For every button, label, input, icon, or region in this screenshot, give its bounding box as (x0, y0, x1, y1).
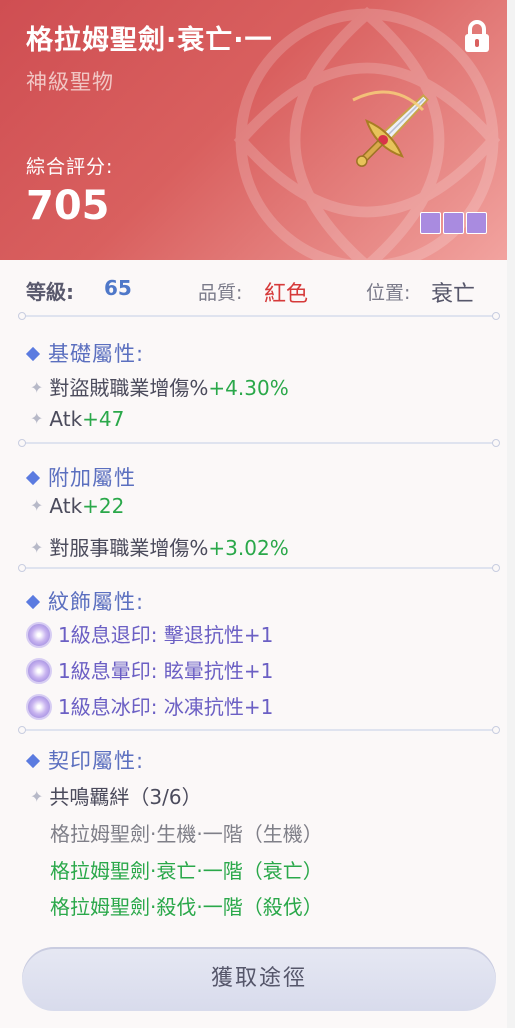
base-attr-title: 基礎屬性: (25, 338, 144, 368)
sword-icon (352, 90, 429, 167)
set-item-active: 格拉姆聖劍·衰亡·一階（衰亡） (50, 859, 323, 883)
divider (18, 726, 500, 734)
position-value: 衰亡 (431, 282, 476, 307)
item-detail-card: 格拉姆聖劍·衰亡·一 神級聖物 綜合評分: 705 等級: 65 品質: 紅色 … (0, 0, 515, 1028)
resonance-line: ✦ 共鳴羈絆（3/6） (30, 785, 202, 809)
slot-icon (466, 212, 487, 234)
rune-icon (26, 693, 52, 720)
sparkle-icon: ✦ (30, 538, 44, 557)
extra-attr-title: 附加屬性 (25, 462, 136, 492)
extra-attr-line: ✦ Atk+22 (30, 494, 125, 518)
sparkle-icon: ✦ (30, 378, 44, 397)
slot-icon (420, 212, 441, 234)
level-value: 65 (104, 276, 132, 300)
divider (18, 312, 500, 320)
seal-attr-title: 契印屬性: (25, 745, 144, 775)
pattern-attr-line: 1級息退印: 擊退抗性+1 (26, 619, 273, 650)
score-value: 705 (26, 183, 110, 229)
slot-icon (443, 212, 464, 234)
quality-value: 紅色 (264, 282, 309, 307)
diamond-icon (25, 346, 41, 362)
level-label: 等級: (26, 280, 74, 304)
edge-strip (507, 0, 515, 1028)
score-label: 綜合評分: (26, 156, 114, 178)
sparkle-icon: ✦ (30, 787, 44, 806)
divider (18, 564, 500, 572)
lock-icon[interactable] (462, 20, 492, 54)
diamond-icon (25, 594, 41, 610)
divider (18, 439, 500, 447)
sparkle-icon: ✦ (30, 496, 44, 515)
item-rarity: 神級聖物 (26, 70, 114, 94)
item-header: 格拉姆聖劍·衰亡·一 神級聖物 綜合評分: 705 (0, 0, 507, 260)
pattern-attr-title: 紋飾屬性: (25, 586, 144, 616)
slot-indicators (420, 212, 489, 238)
set-item-active: 格拉姆聖劍·殺伐·一階（殺伐） (50, 895, 323, 919)
base-attr-line: ✦ Atk+47 (30, 407, 125, 431)
basic-info-row: 等級: 65 品質: 紅色 位置: 衰亡 (26, 276, 496, 308)
rune-icon (26, 621, 52, 648)
pattern-attr-line: 1級息暈印: 眩暈抗性+1 (26, 655, 273, 686)
base-attr-line: ✦ 對盜賊職業增傷%+4.30% (30, 376, 289, 400)
diamond-icon (25, 470, 41, 486)
quality-label: 品質: (198, 282, 243, 304)
position-label: 位置: (366, 282, 411, 304)
rune-icon (26, 657, 52, 684)
acquire-route-button[interactable]: 獲取途徑 (22, 947, 496, 1011)
set-item-inactive: 格拉姆聖劍·生機·一階（生機） (50, 822, 323, 846)
sparkle-icon: ✦ (30, 409, 44, 428)
extra-attr-line: ✦ 對服事職業增傷%+3.02% (30, 536, 289, 560)
item-name: 格拉姆聖劍·衰亡·一 (26, 25, 273, 56)
diamond-icon (25, 753, 41, 769)
pattern-attr-line: 1級息冰印: 冰凍抗性+1 (26, 691, 273, 722)
